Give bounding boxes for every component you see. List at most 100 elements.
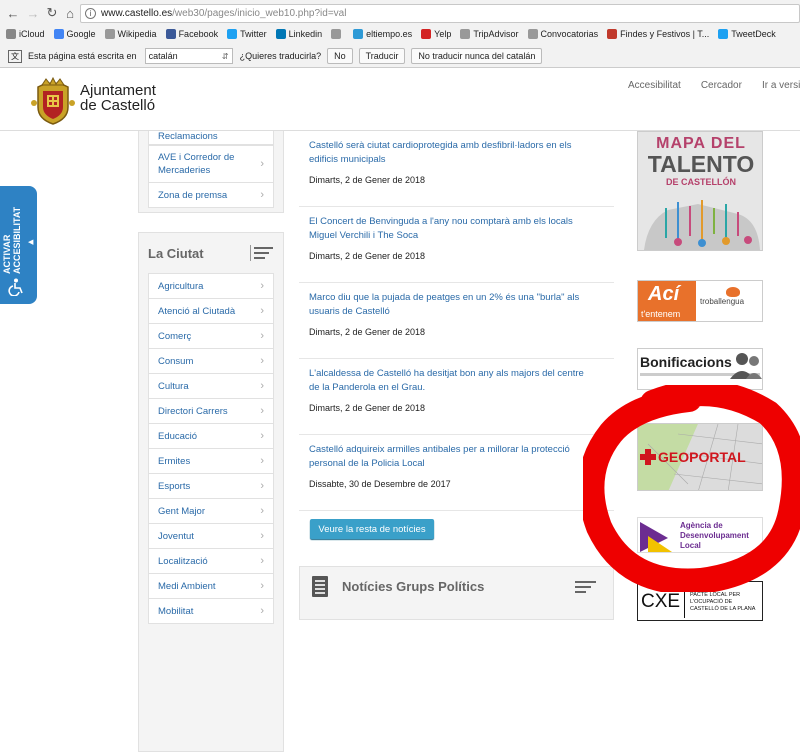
document-icon	[312, 576, 328, 597]
sidebar-item[interactable]: Ermites ›	[148, 449, 274, 474]
translate-question: ¿Quieres traducirla?	[239, 51, 322, 61]
sidebar-item[interactable]: Atenció al Ciutadà ›	[148, 299, 274, 324]
chevron-right-icon: ›	[260, 189, 264, 201]
sidebar-item[interactable]: Localització ›	[148, 549, 274, 574]
talent-line2: TALENTO	[647, 151, 755, 177]
sidebar-item[interactable]: Joventut ›	[148, 524, 274, 549]
logo-line1: Ajuntament	[80, 82, 156, 99]
news-date: Dimarts, 2 de Gener de 2018	[309, 327, 426, 337]
castello-crest-logo[interactable]	[30, 77, 76, 125]
news-title-link[interactable]: Castelló adquireix armilles antibales pe…	[309, 443, 584, 471]
yelp-icon	[421, 29, 432, 39]
page-icon	[527, 29, 538, 39]
select-arrows-icon: ⇵	[221, 51, 229, 61]
chevron-right-icon: ›	[260, 430, 264, 442]
aci-brand: troballengua	[700, 297, 745, 306]
sidebar-item[interactable]: Mobilitat ›	[148, 599, 274, 624]
bird-icon	[726, 287, 740, 297]
news-title-link[interactable]: El Concert de Benvinguda a l'any nou com…	[309, 215, 584, 243]
nav-version[interactable]: Ir a versió	[762, 80, 800, 91]
news-title-link[interactable]: L'alcaldessa de Castelló ha desitjat bon…	[309, 367, 584, 395]
accessibility-line1: ACTIVAR	[2, 234, 12, 274]
plus-cross-icon	[640, 449, 656, 465]
language-select-value: catalán	[148, 51, 178, 61]
tweetdeck-icon	[718, 29, 729, 39]
cxe-banner[interactable]: CXE CONSORCI PACTE LOCAL PER L'OCUPACIÓ …	[637, 581, 763, 621]
page-icon	[460, 29, 471, 39]
people-icon	[730, 353, 762, 379]
wheelchair-icon	[8, 278, 23, 296]
sidebar-item[interactable]: Comerç ›	[148, 324, 274, 349]
bookmark-item[interactable]: Convocatorias	[527, 29, 598, 39]
bookmark-item[interactable]: Wikipedia	[104, 29, 157, 39]
accessibility-toggle[interactable]: ACTIVAR ACCESIBILITAT ◀	[0, 186, 37, 304]
bookmark-item[interactable]	[331, 29, 344, 39]
bookmark-item[interactable]: TweetDeck	[718, 29, 776, 39]
sidebar-item[interactable]: Esports ›	[148, 474, 274, 499]
bookmark-item[interactable]: Twitter	[227, 29, 267, 39]
sidebar-item[interactable]: Cultura ›	[148, 374, 274, 399]
sidebar-item[interactable]: Medi Ambient ›	[148, 574, 274, 599]
back-icon[interactable]: ←	[4, 4, 22, 22]
talent-map-banner[interactable]: MAPA DEL TALENTO DE CASTELLÓN	[637, 131, 763, 251]
bookmark-item[interactable]: Linkedin	[275, 29, 323, 39]
bookmark-label: Facebook	[178, 29, 219, 39]
bookmark-label: Linkedin	[288, 29, 323, 39]
menu-item-ave[interactable]: AVE i Corredor de Mercaderies ›	[148, 145, 274, 183]
chevron-right-icon: ›	[260, 505, 264, 517]
chevron-right-icon: ›	[260, 530, 264, 542]
bookmark-item[interactable]: Findes y Festivos | T...	[607, 29, 709, 39]
news-title-link[interactable]: Marco diu que la pujada de peatges en un…	[309, 291, 584, 319]
sidebar-item[interactable]: Educació ›	[148, 424, 274, 449]
aci-line2: t'entenem	[641, 309, 681, 319]
bookmark-item[interactable]: iCloud	[6, 29, 45, 39]
menu-lines-icon	[575, 581, 597, 593]
talent-map-graphic	[644, 200, 760, 250]
sidebar-item[interactable]: Consum ›	[148, 349, 274, 374]
agencia-banner[interactable]: Agència de Desenvolupament Local	[637, 517, 763, 553]
google-icon	[53, 29, 64, 39]
url-path: /web30/pages/inicio_web10.php?id=val	[172, 8, 347, 19]
bookmark-label: Wikipedia	[117, 29, 157, 39]
bookmark-item[interactable]: Yelp	[421, 29, 451, 39]
sidebar-item[interactable]: Directori Carrers ›	[148, 399, 274, 424]
reload-icon[interactable]: ↻	[43, 4, 61, 22]
translate-no-button[interactable]: No	[327, 48, 353, 64]
bonificacions-banner[interactable]: Bonificacions	[637, 348, 763, 390]
sidebar-item[interactable]: Gent Major ›	[148, 499, 274, 524]
nav-search[interactable]: Cercador	[701, 80, 742, 91]
chevron-right-icon: ›	[260, 580, 264, 592]
news-title-link[interactable]: Castelló serà ciutat cardioprotegida amb…	[309, 139, 584, 167]
la-ciutat-header: La Ciutat	[148, 233, 274, 273]
bookmark-item[interactable]: eltiempo.es	[353, 29, 412, 39]
menu-lines-icon	[250, 245, 274, 261]
translate-button[interactable]: Traducir	[358, 48, 406, 64]
page-icon	[104, 29, 115, 39]
geoportal-banner[interactable]: GEOPORTAL	[637, 423, 763, 491]
news-date: Dimarts, 2 de Gener de 2018	[309, 251, 426, 261]
more-news-button[interactable]: Veure la resta de notícies	[310, 519, 434, 539]
translate-bar: 文 Esta página está escrita en catalán ⇵ ¿…	[0, 44, 800, 68]
bookmark-item[interactable]: TripAdvisor	[460, 29, 519, 39]
menu-item-reclamacions[interactable]: Reclamacions	[148, 131, 274, 145]
url-bar[interactable]: i www.castello.es/web30/pages/inicio_web…	[80, 4, 800, 23]
menu-item-premsa[interactable]: Zona de premsa ›	[148, 183, 274, 208]
aci-tentenem-banner[interactable]: Ací t'entenem troballengua	[637, 280, 763, 322]
chevron-right-icon: ›	[260, 405, 264, 417]
bookmark-item[interactable]: Facebook	[165, 29, 219, 39]
sidebar-item[interactable]: Agricultura ›	[148, 274, 274, 299]
news-date: Dimarts, 2 de Gener de 2018	[309, 175, 426, 185]
info-icon[interactable]: i	[85, 8, 96, 19]
cxe-small4: CASTELLÓ DE LA PLANA	[690, 606, 756, 612]
chevron-right-icon: ›	[260, 305, 264, 317]
never-translate-button[interactable]: No traducir nunca del catalán	[411, 48, 543, 64]
sidebar-item-label: Comerç	[158, 330, 192, 342]
language-select[interactable]: catalán ⇵	[144, 48, 233, 64]
home-icon[interactable]: ⌂	[61, 4, 79, 22]
site-logo-text[interactable]: Ajuntament de Castelló	[80, 83, 156, 113]
nav-accessibility[interactable]: Accesibilitat	[628, 80, 681, 91]
bookmark-item[interactable]: Google	[53, 29, 96, 39]
cxe-divider	[684, 586, 685, 618]
forward-icon[interactable]: →	[24, 4, 42, 22]
cxe-text: CONSORCI PACTE LOCAL PER L'OCUPACIÓ DE C…	[690, 585, 755, 613]
